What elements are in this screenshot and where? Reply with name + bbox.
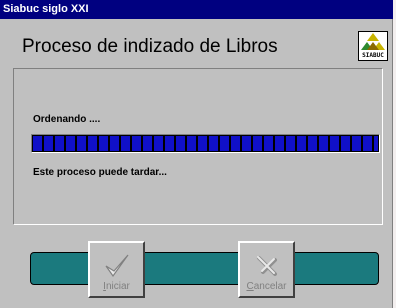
progress-bar-fill: [33, 136, 378, 151]
action-bar: [30, 252, 379, 285]
cancel-button-label: Cancelar: [246, 281, 287, 292]
progress-bar: [31, 134, 380, 153]
start-button[interactable]: Iniciar: [88, 241, 145, 298]
cancel-button[interactable]: Cancelar: [238, 241, 295, 298]
siabuc-logo: SIABUC: [358, 31, 388, 61]
page-title: Proceso de indizado de Libros: [22, 36, 278, 57]
cancel-x-icon: [257, 256, 277, 276]
logo-text: SIABUC: [362, 52, 384, 59]
logo-triangle-icon: [361, 33, 385, 50]
window-titlebar[interactable]: Siabuc siglo XXI: [0, 0, 393, 19]
start-button-label: Iniciar: [103, 281, 130, 292]
status-text: Ordenando ....: [33, 114, 101, 125]
checkmark-icon: [105, 254, 129, 278]
progress-note: Este proceso puede tardar...: [33, 167, 167, 178]
window-title: Siabuc siglo XXI: [3, 3, 89, 15]
progress-window: Siabuc siglo XXI Proceso de indizado de …: [0, 0, 393, 308]
